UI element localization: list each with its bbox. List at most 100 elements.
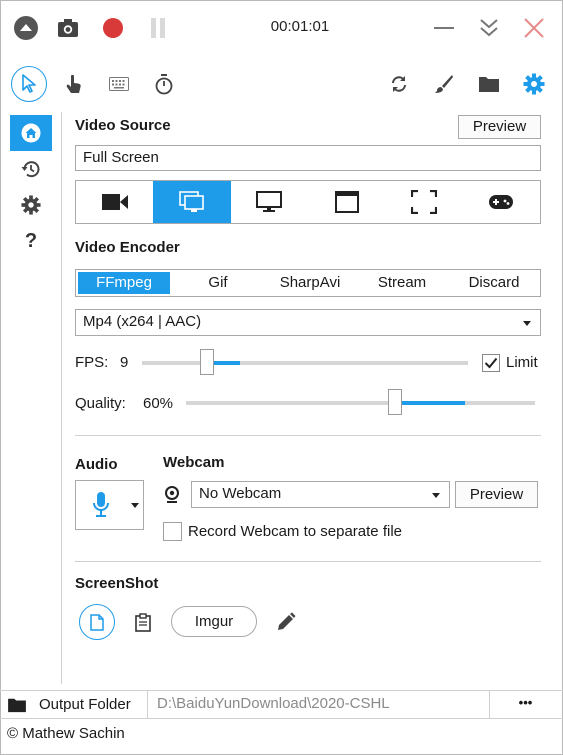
- webcam-icon: [163, 485, 181, 505]
- camera-icon: [58, 19, 78, 37]
- video-camera-icon: [101, 194, 128, 210]
- source-game-button[interactable]: [463, 181, 540, 223]
- gamepad-icon: [489, 195, 514, 209]
- cursor-tool-button[interactable]: [11, 66, 47, 102]
- source-region-button[interactable]: [385, 181, 462, 223]
- fps-slider-track[interactable]: [142, 361, 468, 365]
- fps-label: FPS:: [75, 354, 109, 371]
- screenshot-to-clipboard-button[interactable]: [125, 604, 161, 640]
- imgur-upload-button[interactable]: Imgur: [171, 606, 257, 637]
- webcam-dropdown[interactable]: No Webcam: [191, 481, 450, 508]
- sidebar-divider: [61, 112, 62, 684]
- record-button[interactable]: [95, 10, 131, 46]
- screenshot-title: ScreenShot: [75, 575, 159, 592]
- double-chevron-down-icon: [480, 19, 498, 37]
- hand-pointer-icon: [66, 74, 81, 93]
- output-folder-label: Output Folder: [39, 696, 131, 713]
- source-screen-button[interactable]: [153, 181, 231, 223]
- webcam-preview-button[interactable]: Preview: [455, 481, 538, 508]
- sidebar-item-history[interactable]: [10, 151, 52, 187]
- recording-timer: 00:01:01: [270, 18, 330, 35]
- pause-icon: [151, 18, 165, 38]
- fps-value: 9: [120, 354, 129, 371]
- clipboard-icon: [135, 612, 151, 632]
- source-monitor-button[interactable]: [231, 181, 308, 223]
- quality-label: Quality:: [75, 395, 126, 412]
- keystrokes-tool-button[interactable]: [101, 66, 137, 102]
- encoder-tabs: FFmpeg Gif SharpAvi Stream Discard: [75, 269, 541, 297]
- history-icon: [21, 161, 40, 178]
- sidebar-item-about[interactable]: ?: [10, 223, 52, 259]
- quality-slider-fill: [402, 401, 466, 405]
- limit-label: Limit: [506, 354, 538, 371]
- timer-tool-button[interactable]: [146, 66, 182, 102]
- chevron-down-icon: [432, 493, 440, 498]
- sidebar-item-settings[interactable]: [10, 187, 52, 223]
- region-select-icon: [410, 190, 437, 214]
- quality-slider-track[interactable]: [186, 401, 535, 405]
- click-tool-button[interactable]: [56, 66, 92, 102]
- separate-file-label: Record Webcam to separate file: [188, 523, 402, 540]
- stopwatch-icon: [155, 74, 173, 95]
- codec-dropdown[interactable]: Mp4 (x264 | AAC): [75, 309, 541, 336]
- output-folder-bar: Output Folder D:\BaiduYunDownload\2020-C…: [0, 690, 563, 719]
- file-icon: [90, 613, 104, 631]
- pencil-icon: [278, 612, 296, 630]
- source-webcam-button[interactable]: [76, 181, 153, 223]
- chevron-down-icon: [131, 503, 139, 508]
- limit-checkbox[interactable]: [482, 354, 500, 372]
- sidebar-item-home[interactable]: [10, 115, 52, 151]
- video-encoder-title: Video Encoder: [75, 239, 180, 256]
- output-folder-path[interactable]: D:\BaiduYunDownload\2020-CSHL: [147, 691, 490, 718]
- screenshot-editor-button[interactable]: [268, 604, 304, 640]
- minimize-icon: [434, 27, 454, 29]
- encoder-tab-ffmpeg[interactable]: FFmpeg: [78, 272, 170, 294]
- refresh-icon: [392, 76, 406, 92]
- fps-slider-fill: [214, 361, 241, 365]
- webcam-title: Webcam: [163, 454, 225, 471]
- question-mark-icon: ?: [24, 229, 38, 252]
- record-icon: [103, 18, 123, 38]
- video-source-title: Video Source: [75, 117, 171, 134]
- folder-icon: [479, 77, 499, 92]
- window-frame: [0, 0, 563, 755]
- separate-file-checkbox[interactable]: [163, 522, 182, 541]
- section-divider: [75, 561, 541, 562]
- window-icon: [334, 191, 359, 213]
- screenshot-to-file-button[interactable]: [79, 604, 115, 640]
- gear-icon: [21, 195, 41, 215]
- collapse-button[interactable]: [8, 10, 44, 46]
- chevron-up-circle-icon: [14, 16, 38, 40]
- checkmark-icon: [484, 357, 498, 369]
- close-icon: [524, 18, 544, 38]
- encoder-tab-discard[interactable]: Discard: [448, 272, 540, 294]
- encoder-tab-stream[interactable]: Stream: [356, 272, 448, 294]
- minimize-button[interactable]: [426, 10, 462, 46]
- quality-slider-thumb[interactable]: [388, 389, 403, 415]
- folder-icon: [8, 698, 26, 713]
- section-divider: [75, 435, 541, 436]
- close-button[interactable]: [516, 10, 552, 46]
- encoder-tab-sharpavi[interactable]: SharpAvi: [264, 272, 356, 294]
- audio-source-dropdown[interactable]: [75, 480, 144, 530]
- swap-button[interactable]: [381, 66, 417, 102]
- overlay-button[interactable]: [426, 66, 462, 102]
- audio-title: Audio: [75, 456, 118, 473]
- video-source-preview-button[interactable]: Preview: [458, 115, 541, 139]
- video-source-field[interactable]: Full Screen: [75, 145, 541, 171]
- brush-icon: [435, 75, 453, 93]
- source-window-button[interactable]: [308, 181, 385, 223]
- encoder-tab-gif[interactable]: Gif: [172, 272, 264, 294]
- minimize-to-tray-button[interactable]: [471, 10, 507, 46]
- pause-button[interactable]: [140, 10, 176, 46]
- fps-slider-thumb[interactable]: [200, 349, 215, 375]
- multi-screen-icon: [179, 191, 204, 212]
- output-folder-open-button[interactable]: [6, 695, 28, 715]
- output-folder-button[interactable]: [471, 66, 507, 102]
- screenshot-button[interactable]: [50, 10, 86, 46]
- output-folder-more-button[interactable]: •••: [496, 691, 555, 718]
- settings-button[interactable]: [516, 66, 552, 102]
- monitor-icon: [256, 191, 283, 212]
- chevron-down-icon: [523, 321, 531, 326]
- video-source-picker: [75, 180, 541, 224]
